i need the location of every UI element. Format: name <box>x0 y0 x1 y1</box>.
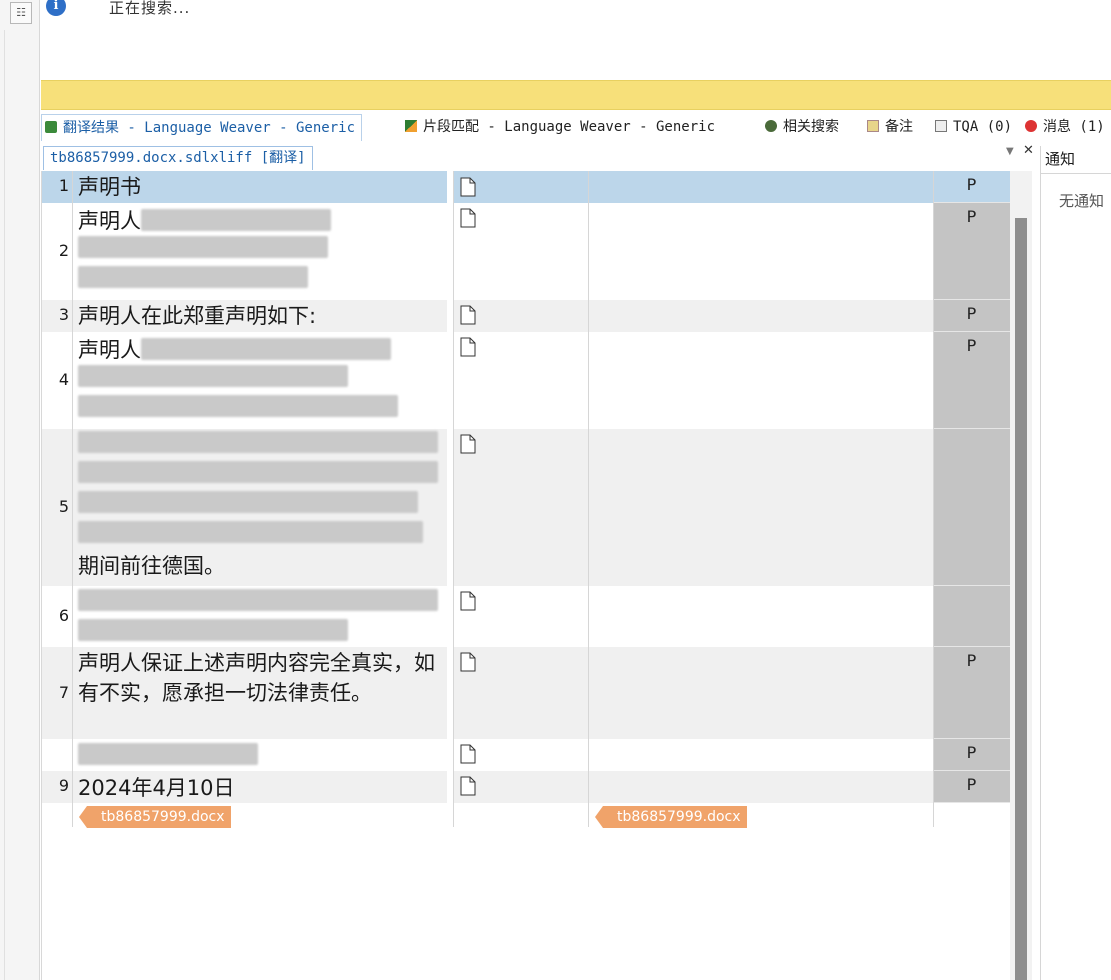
notifications-panel: 通知 无通知 <box>1040 146 1111 980</box>
file-tab[interactable]: tb86857999.docx.sdlxliff [翻译] <box>43 146 313 170</box>
redacted-text <box>78 589 438 611</box>
segment-row[interactable]: 6 <box>42 586 1010 647</box>
source-text[interactable]: 声明人在此郑重声明如下: <box>73 301 447 331</box>
source-text[interactable] <box>73 743 447 773</box>
error-icon <box>1025 120 1037 132</box>
comment-icon <box>867 120 879 132</box>
document-end-tag-target: tb86857999.docx <box>595 806 747 828</box>
segment-row[interactable]: 5 期间前往德国。 <box>42 429 1010 586</box>
column-divider <box>933 171 934 827</box>
tqa-icon <box>935 120 947 132</box>
status-cell: P <box>933 771 1010 803</box>
redacted-text <box>78 236 328 258</box>
fragment-match-icon <box>405 120 417 132</box>
document-icon <box>460 434 476 454</box>
translation-results-icon <box>45 121 57 133</box>
results-tab-strip: 翻译结果 - Language Weaver - Generic 片段匹配 - … <box>41 114 1111 142</box>
segment-row[interactable]: 9 2024年4月10日 P <box>42 771 1010 803</box>
tab-translation-results[interactable]: 翻译结果 - Language Weaver - Generic <box>41 114 363 141</box>
status-cell: P <box>933 171 1010 203</box>
vertical-scrollbar-thumb[interactable] <box>1015 218 1027 980</box>
source-text[interactable]: 声明人 <box>73 206 447 296</box>
document-icon <box>460 208 476 228</box>
layout-toggle-icon[interactable]: ☷ <box>10 2 32 24</box>
redacted-text <box>78 395 398 417</box>
status-cell: P <box>933 203 1010 300</box>
document-icon <box>460 776 476 796</box>
segment-row[interactable]: 3 声明人在此郑重声明如下: P <box>42 300 1010 332</box>
segment-row[interactable]: P <box>42 739 1010 771</box>
redacted-text <box>78 491 418 513</box>
status-cell: P <box>933 647 1010 739</box>
redacted-text <box>78 266 308 288</box>
status-cell <box>933 429 1010 586</box>
status-cell: P <box>933 332 1010 429</box>
chevron-down-icon[interactable]: ▼ <box>1006 146 1014 157</box>
column-divider <box>72 171 73 827</box>
notification-bar <box>41 80 1111 110</box>
close-icon[interactable]: ✕ <box>1023 143 1034 158</box>
redacted-text <box>78 743 258 765</box>
document-end-tag-source: tb86857999.docx <box>79 806 231 828</box>
segment-number: 2 <box>58 241 69 260</box>
left-toolbar: ☷ <box>0 0 40 980</box>
segment-number: 6 <box>58 606 69 625</box>
info-icon: i <box>46 0 66 16</box>
redacted-text <box>141 338 391 360</box>
segment-row[interactable]: 2 声明人 P <box>42 203 1010 300</box>
editor-grid: 1 声明书 P 2 声明人 P 3 声明人在此郑重声明如下: P 4 声明人 P… <box>41 171 1010 980</box>
redacted-text <box>78 431 438 453</box>
binoculars-icon <box>765 120 777 132</box>
tab-tqa[interactable]: TQA (0) <box>935 114 1012 141</box>
source-text[interactable]: 声明人 <box>73 335 447 425</box>
document-icon <box>460 652 476 672</box>
redacted-text <box>78 365 348 387</box>
source-text[interactable]: 声明人保证上述声明内容完全真实，如有不实，愿承担一切法律责任。 <box>73 648 447 708</box>
tab-concordance[interactable]: 相关搜索 <box>765 114 839 141</box>
segment-number: 9 <box>58 776 69 795</box>
column-divider <box>588 171 589 827</box>
redacted-text <box>78 619 348 641</box>
source-text[interactable]: 期间前往德国。 <box>73 431 447 581</box>
redacted-text <box>78 461 438 483</box>
document-icon <box>460 177 476 197</box>
source-text[interactable] <box>73 589 447 649</box>
redacted-text <box>78 521 423 543</box>
status-cell: P <box>933 739 1010 771</box>
redacted-text <box>141 209 331 231</box>
status-cell <box>933 586 1010 647</box>
column-divider <box>453 171 454 827</box>
document-icon <box>460 744 476 764</box>
notifications-title: 通知 <box>1041 146 1111 174</box>
segment-number: 7 <box>58 683 69 702</box>
message-panel: i 正在搜索... <box>41 0 1111 80</box>
segment-number: 5 <box>58 497 69 516</box>
source-text-visible: 期间前往德国。 <box>78 554 225 578</box>
document-icon <box>460 591 476 611</box>
source-text-visible: 声明人 <box>78 209 141 233</box>
tab-comments[interactable]: 备注 <box>867 114 913 141</box>
tab-messages[interactable]: 消息 (1) <box>1025 114 1105 141</box>
segment-number: 1 <box>58 176 69 195</box>
source-text-visible: 声明人 <box>78 338 141 362</box>
tab-fragment-match[interactable]: 片段匹配 - Language Weaver - Generic <box>405 114 715 141</box>
source-text[interactable]: 声明书 <box>73 172 447 202</box>
segment-number: 4 <box>58 370 69 389</box>
segment-row[interactable]: 7 声明人保证上述声明内容完全真实，如有不实，愿承担一切法律责任。 P <box>42 647 1010 739</box>
document-icon <box>460 305 476 325</box>
source-text[interactable]: 2024年4月10日 <box>73 773 447 803</box>
status-cell: P <box>933 300 1010 332</box>
notifications-empty-text: 无通知 <box>1059 192 1105 210</box>
document-icon <box>460 337 476 357</box>
divider <box>4 30 5 980</box>
segment-row[interactable]: 4 声明人 P <box>42 332 1010 429</box>
segment-number: 3 <box>58 305 69 324</box>
segment-row[interactable]: 1 声明书 P <box>42 171 1010 203</box>
message-text: 正在搜索... <box>109 0 191 17</box>
